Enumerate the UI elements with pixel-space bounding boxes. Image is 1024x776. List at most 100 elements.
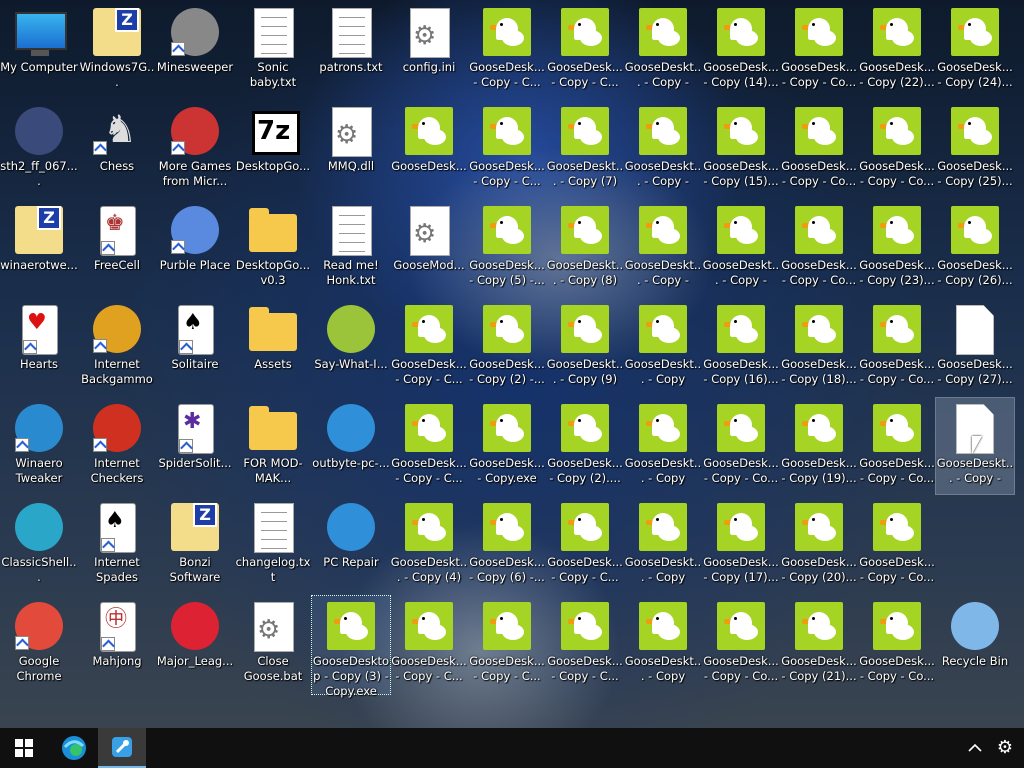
desktop-icon[interactable]: GooseDesk... - Copy - Co... [858, 398, 936, 494]
desktop-icon[interactable]: GooseDesk... - Copy (22)... [858, 2, 936, 98]
desktop-icon[interactable]: GooseDeskt... - Copy (10)... [624, 299, 702, 395]
desktop-icon[interactable]: More Games from Micr... [156, 101, 234, 197]
desktop-icon[interactable]: GooseDesk... - Copy - Co... [780, 2, 858, 98]
desktop-icon[interactable]: Recycle Bin [936, 596, 1014, 692]
desktop-icon[interactable]: GooseDesk... - Copy - Co... [780, 101, 858, 197]
desktop-icon[interactable]: Assets [234, 299, 312, 395]
desktop-icon[interactable]: Major_Leag... [156, 596, 234, 692]
desktop-icon[interactable]: GooseDesk... - Copy - Co... [858, 497, 936, 593]
desktop-icon[interactable]: GooseDesk... - Copy (5) -... [468, 200, 546, 296]
show-hidden-icons-button[interactable] [960, 728, 990, 768]
desktop-icon[interactable]: GooseDeskt... - Copy - Co... [624, 2, 702, 98]
desktop-icon[interactable]: GooseDeskt... - Copy (13)... [624, 596, 702, 692]
desktop-icon[interactable]: Close Goose.bat [234, 596, 312, 692]
desktop-icon[interactable]: Sonic baby.txt [234, 2, 312, 98]
desktop-icon[interactable]: ♥ Hearts [0, 299, 78, 395]
settings-button[interactable]: ⚙ [990, 728, 1020, 768]
desktop-icon[interactable]: GooseDesk... - Copy - C... [546, 497, 624, 593]
desktop-icon[interactable]: Windows7G... [78, 2, 156, 98]
desktop-icon-label: GooseDesk... - Copy (24)... [937, 60, 1013, 89]
desktop-icon-label: FOR MOD-MAK... [243, 456, 303, 485]
desktop-icon[interactable]: Purble Place [156, 200, 234, 296]
desktop-icon[interactable]: GooseDesk... - Copy - Co... [780, 200, 858, 296]
desktop-icon[interactable]: changelog.txt [234, 497, 312, 593]
desktop-icon[interactable]: GooseDesk... - Copy - C... [468, 596, 546, 692]
desktop-icon[interactable]: Say-What-I... [312, 299, 390, 395]
desktop-icon[interactable]: Winaero Tweaker [0, 398, 78, 494]
desktop-icon[interactable]: GooseDeskt... - Copy (7) -... [546, 101, 624, 197]
desktop-icon[interactable]: GooseDesk... [390, 101, 468, 197]
desktop-icon[interactable]: ㊥ Mahjong [78, 596, 156, 692]
desktop-icon[interactable]: patrons.txt [312, 2, 390, 98]
desktop-icon[interactable]: Google Chrome [0, 596, 78, 692]
desktop-icon[interactable]: ♚ FreeCell [78, 200, 156, 296]
desktop-icon[interactable]: GooseDeskt... - Copy (11)... [624, 398, 702, 494]
desktop-icon[interactable]: GooseDesk... - Copy (25)... [936, 101, 1014, 197]
desktop-icon[interactable]: Bonzi Software Ch... [156, 497, 234, 593]
taskbar-edge-button[interactable] [50, 728, 98, 768]
desktop-icon[interactable]: Read me! Honk.txt [312, 200, 390, 296]
desktop-icon[interactable]: MMQ.dll [312, 101, 390, 197]
desktop-icon[interactable]: ✱ SpiderSolit... [156, 398, 234, 494]
desktop-icon[interactable]: GooseDesk... - Copy (27)... [936, 299, 1014, 395]
desktop-icon[interactable]: Internet Checkers [78, 398, 156, 494]
desktop-icon[interactable]: winaerotwe... [0, 200, 78, 296]
desktop-icon[interactable]: GooseDesk... - Copy (23)... [858, 200, 936, 296]
desktop-icon[interactable]: ♠ Solitaire [156, 299, 234, 395]
desktop-icon[interactable]: GooseDesk... - Copy - C... [468, 2, 546, 98]
desktop-icon[interactable]: GooseDesk... - Copy (18)... [780, 299, 858, 395]
desktop-icon[interactable]: GooseDesk... - Copy (24)... [936, 2, 1014, 98]
desktop-icon[interactable]: GooseDesk... - Copy - Co... [858, 299, 936, 395]
desktop-icon[interactable]: GooseDesk... - Copy (17)... [702, 497, 780, 593]
desktop-icon[interactable]: GooseMod... [390, 200, 468, 296]
desktop-icon[interactable]: GooseDesk... - Copy - Co... [702, 596, 780, 692]
desktop-icon[interactable]: GooseDeskt... - Copy - Co... [624, 101, 702, 197]
taskbar-pc-repair-button[interactable] [98, 728, 146, 768]
shortcut-arrow-icon [179, 439, 193, 453]
desktop-icon[interactable]: PC Repair [312, 497, 390, 593]
desktop-icon[interactable]: DesktopGo... v0.3 [234, 200, 312, 296]
desktop-icon[interactable]: FOR MOD-MAK... [234, 398, 312, 494]
desktop-icon[interactable]: outbyte-pc-... [312, 398, 390, 494]
desktop-icon-label: GooseDesk... - Copy (23)... [859, 258, 935, 287]
desktop-icon[interactable]: ♞ Chess [78, 101, 156, 197]
desktop-icon[interactable]: GooseDesk... - Copy (20)... [780, 497, 858, 593]
desktop-icon[interactable]: GooseDeskt... - Copy (9) -... [546, 299, 624, 395]
desktop-icon[interactable]: GooseDesk... - Copy - C... [468, 101, 546, 197]
desktop-icon[interactable]: GooseDesk... - Copy (19)... [780, 398, 858, 494]
desktop-icon[interactable]: GooseDesk... - Copy - Co... [858, 101, 936, 197]
desktop-icon[interactable]: GooseDesk... - Copy (26)... [936, 200, 1014, 296]
desktop-icon[interactable]: GooseDesk... - Copy - C... [390, 398, 468, 494]
desktop-icon[interactable]: config.ini [390, 2, 468, 98]
desktop-icon[interactable]: GooseDesk... - Copy (6) -... [468, 497, 546, 593]
desktop-icon[interactable]: GooseDeskt... - Copy - Co... [624, 200, 702, 296]
desktop-icon[interactable]: Minesweeper [156, 2, 234, 98]
desktop-icon[interactable]: GooseDesk... - Copy.exe [468, 398, 546, 494]
desktop-icon[interactable]: DesktopGo... [234, 101, 312, 197]
desktop-icon[interactable]: GooseDesk... - Copy - C... [546, 596, 624, 692]
goose-icon [483, 404, 531, 452]
desktop-icon[interactable]: GooseDesk... - Copy (2).... [546, 398, 624, 494]
desktop-icon[interactable]: GooseDeskt... - Copy (8) -... [546, 200, 624, 296]
desktop-icon[interactable]: My Computer [0, 2, 78, 98]
desktop-icon[interactable]: GooseDeskt... - Copy (4) -... [390, 497, 468, 593]
desktop-icon[interactable]: GooseDeskt... - Copy - Co... [702, 200, 780, 296]
desktop-icon[interactable]: GooseDesk... - Copy (15)... [702, 101, 780, 197]
start-button[interactable] [0, 728, 48, 768]
desktop-icon[interactable]: ClassicShell... [0, 497, 78, 593]
desktop-icon[interactable]: Internet Backgammon [78, 299, 156, 395]
desktop-icon[interactable]: GooseDesk... - Copy (16)... [702, 299, 780, 395]
desktop-icon[interactable]: GooseDesk... - Copy - C... [390, 299, 468, 395]
desktop[interactable]: My ComputerWindows7G...Minesweeper Sonic … [0, 0, 1024, 728]
desktop-icon[interactable]: GooseDesk... - Copy - Co... [858, 596, 936, 692]
desktop-icon[interactable]: sth2_ff_067.... [0, 101, 78, 197]
desktop-icon[interactable]: ♠ Internet Spades [78, 497, 156, 593]
desktop-icon[interactable]: GooseDesk... - Copy (21)... [780, 596, 858, 692]
desktop-icon[interactable]: GooseDesk... - Copy - Co... [702, 398, 780, 494]
desktop-icon[interactable]: GooseDeskt... - Copy (12)... [624, 497, 702, 593]
desktop-icon[interactable]: GooseDesk... - Copy - C... [546, 2, 624, 98]
desktop-icon[interactable]: GooseDeskto p - Copy (3) - Copy.exe [311, 595, 391, 698]
desktop-icon[interactable]: GooseDesk... - Copy - C... [390, 596, 468, 692]
desktop-icon[interactable]: GooseDesk... - Copy (14)... [702, 2, 780, 98]
desktop-icon[interactable]: GooseDesk... - Copy (2) -... [468, 299, 546, 395]
